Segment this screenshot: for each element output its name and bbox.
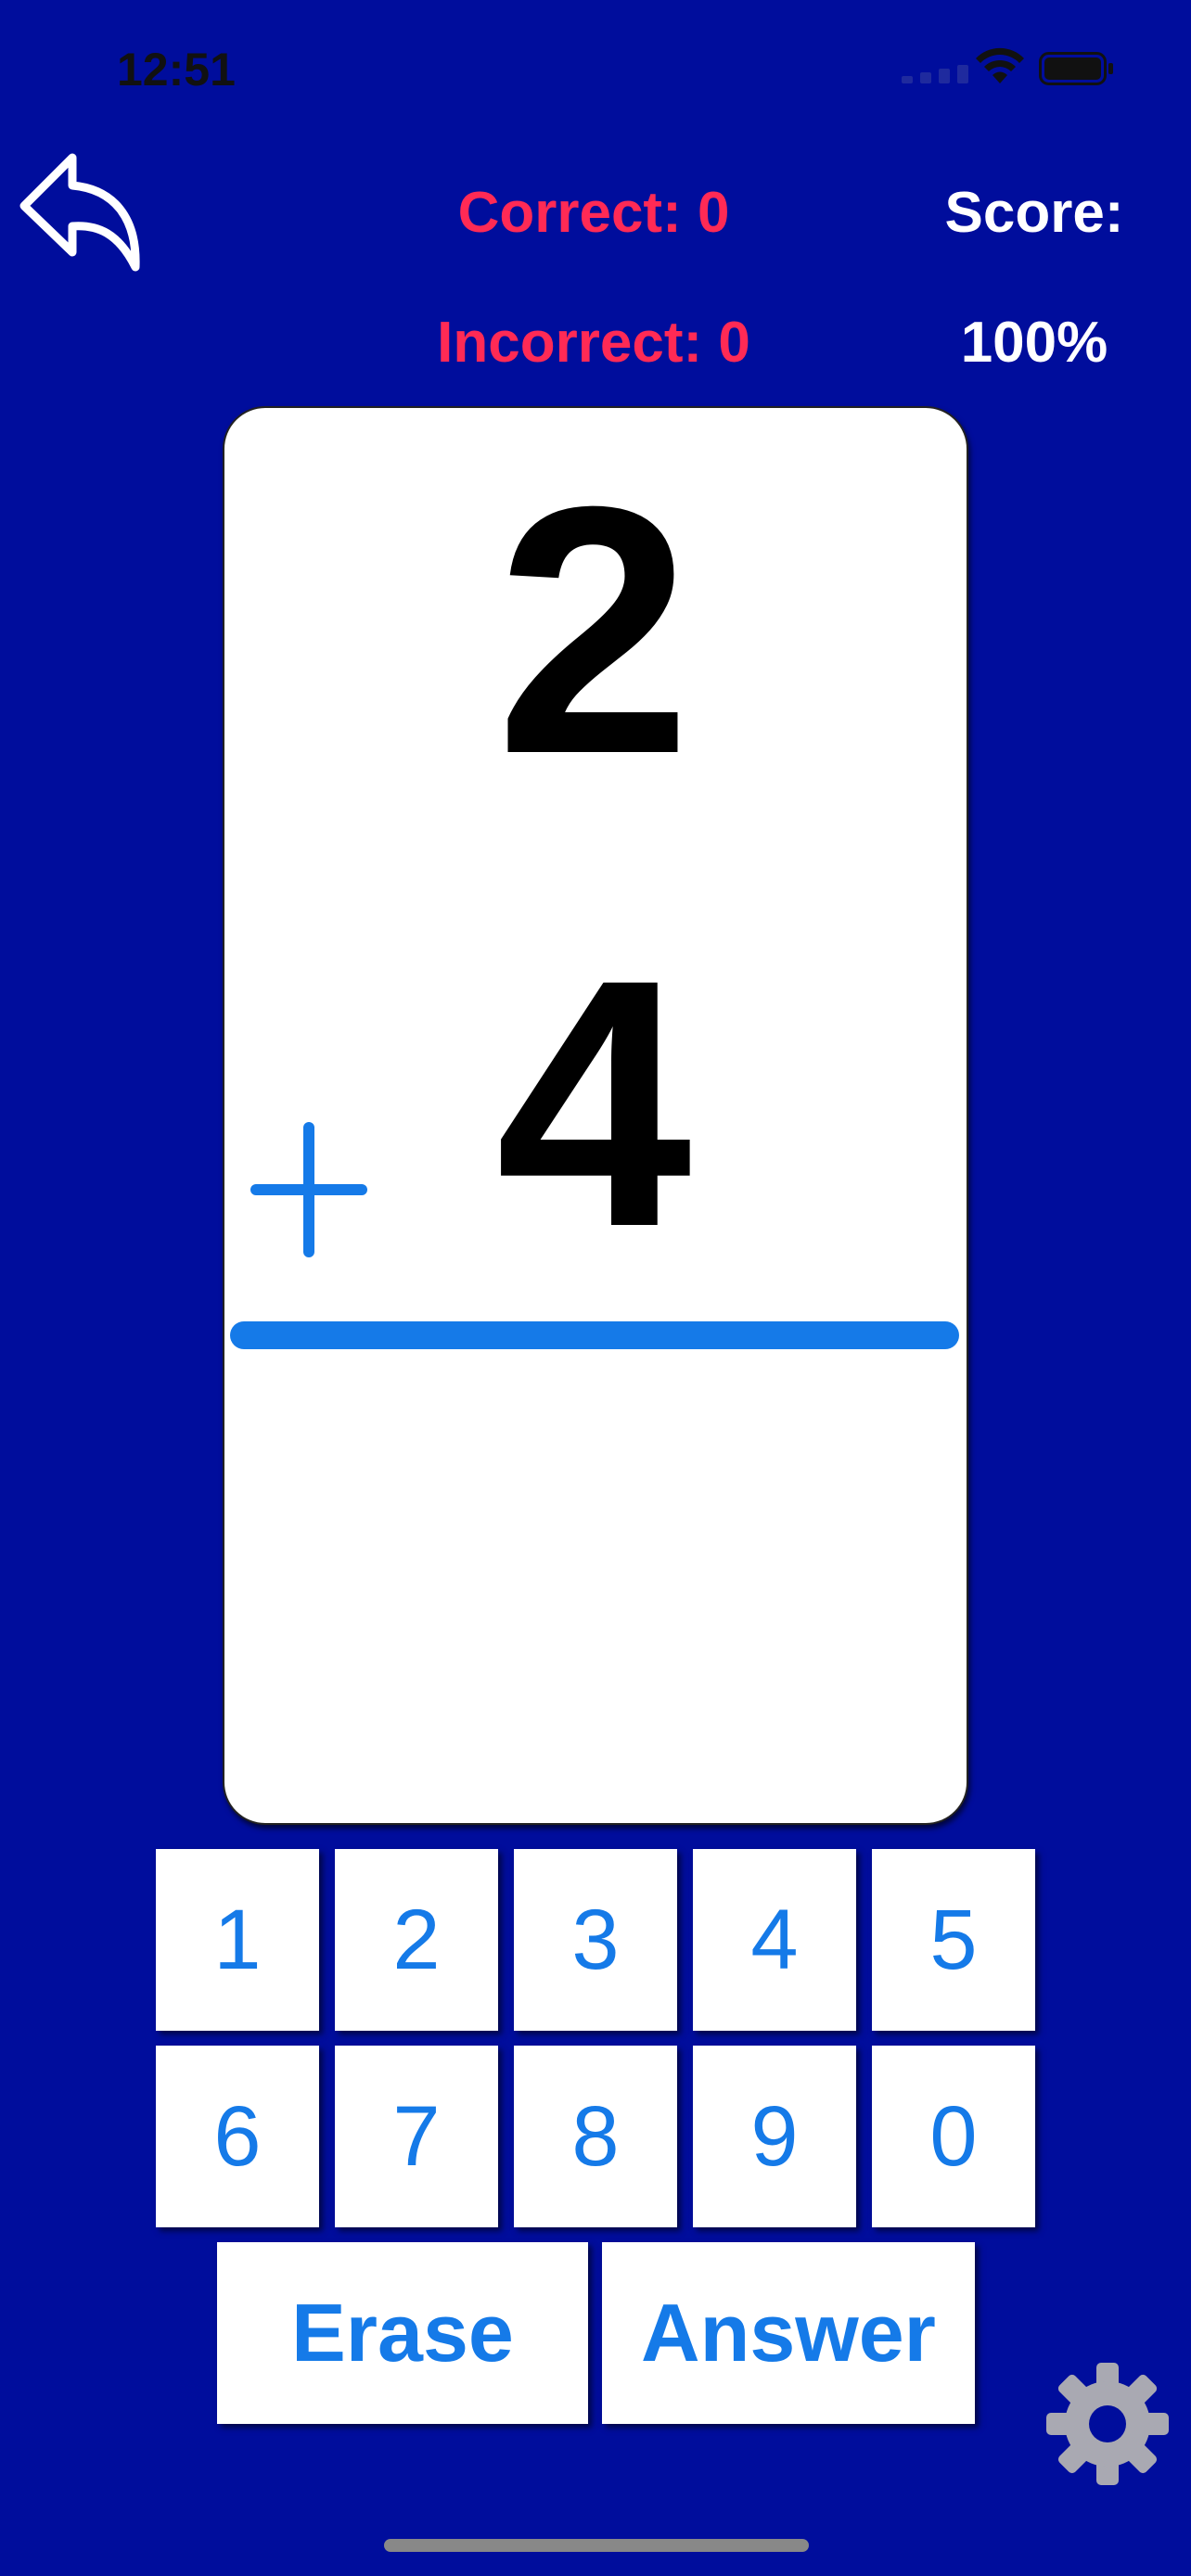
erase-button[interactable]: Erase xyxy=(217,2242,588,2424)
settings-button[interactable] xyxy=(1044,2361,1171,2487)
key-2[interactable]: 2 xyxy=(335,1849,498,2031)
key-5[interactable]: 5 xyxy=(872,1849,1035,2031)
status-time: 12:51 xyxy=(117,44,236,96)
answer-button[interactable]: Answer xyxy=(602,2242,975,2424)
key-7[interactable]: 7 xyxy=(335,2046,498,2227)
score-label: Score: xyxy=(944,181,1124,245)
battery-icon xyxy=(1039,52,1113,85)
key-8[interactable]: 8 xyxy=(514,2046,677,2227)
first-operand: 2 xyxy=(495,433,692,827)
key-0[interactable]: 0 xyxy=(872,2046,1035,2227)
key-9[interactable]: 9 xyxy=(693,2046,856,2227)
wifi-icon xyxy=(976,47,1024,83)
answer-display xyxy=(278,1409,909,1743)
key-4[interactable]: 4 xyxy=(693,1849,856,2031)
plus-operator-icon xyxy=(250,1122,367,1257)
score-value: 100% xyxy=(960,311,1108,375)
answer-divider-line xyxy=(230,1321,959,1349)
back-button[interactable] xyxy=(19,148,145,278)
home-indicator[interactable] xyxy=(384,2539,809,2552)
key-3[interactable]: 3 xyxy=(514,1849,677,2031)
gear-icon xyxy=(1046,2363,1169,2485)
key-6[interactable]: 6 xyxy=(156,2046,319,2227)
incorrect-count: Incorrect: 0 xyxy=(437,311,750,375)
back-arrow-icon xyxy=(19,153,140,272)
key-1[interactable]: 1 xyxy=(156,1849,319,2031)
cellular-signal-icon xyxy=(902,65,978,83)
correct-count: Correct: 0 xyxy=(457,181,730,245)
